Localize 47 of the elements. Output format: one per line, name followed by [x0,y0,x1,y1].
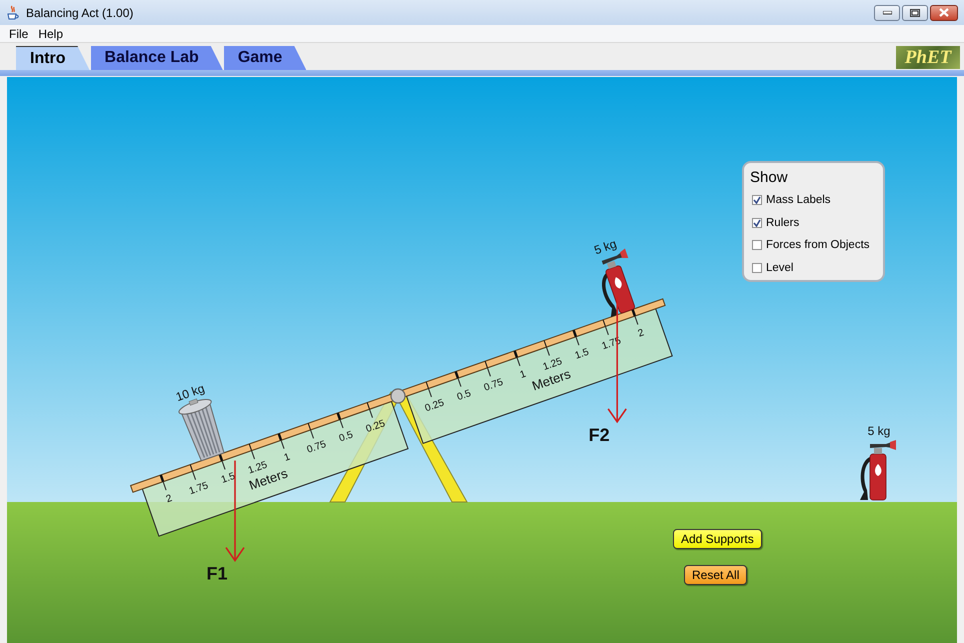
fire-extinguisher-drawing[interactable] [860,440,896,500]
ruler-label: 1.25 [542,356,564,373]
ruler-label: 1.25 [246,460,269,476]
maximize-button[interactable] [902,4,928,20]
ruler-label: 1.5 [574,346,590,362]
checkbox[interactable] [752,195,762,206]
close-icon [939,8,949,17]
menu-item[interactable]: Help [38,26,64,40]
mass-label: 5 kg [868,424,890,438]
ruler-label: 1.75 [188,480,210,498]
add-supports-button[interactable]: Add Supports [673,529,762,549]
ruler-label: 1 [282,452,292,464]
force-label: F2 [588,424,610,445]
checkbox[interactable] [752,262,762,273]
reset-all-button[interactable]: Reset All [684,565,748,585]
window-title: Balancing Act (1.00) [26,6,134,20]
checkbox-label[interactable]: Forces from Objects [766,239,870,252]
ruler-label: 0.75 [482,376,505,394]
tab[interactable]: Game [224,46,306,70]
tab[interactable]: Balance Lab [90,46,223,70]
checkbox-label[interactable]: Mass Labels [766,194,831,206]
checkbox-label[interactable]: Level [766,262,794,274]
mass-label: 10 kg [174,381,206,404]
ruler-label: 1 [518,368,528,381]
logo[interactable]: PhET [896,46,960,69]
tab[interactable]: Intro [16,46,90,70]
maximize-icon [910,8,920,16]
checkbox-label[interactable]: Rulers [766,216,800,229]
checkbox[interactable] [752,240,762,250]
minimize-icon [882,10,892,14]
pivot-drawing [390,388,406,404]
minimize-button[interactable] [874,4,900,20]
ruler-label: 0.25 [424,398,446,414]
ruler-label: 0.5 [338,430,355,444]
menu-item[interactable]: File [9,26,28,40]
java-cup-icon [6,4,20,20]
ruler-label: 2 [636,327,646,340]
ruler-label: 1.5 [220,470,237,486]
mass-label: 5 kg [592,236,618,258]
close-button[interactable] [930,4,958,20]
ruler-label: 0.5 [456,388,472,404]
force-label: F1 [206,564,228,584]
ruler-label: 0.25 [364,418,387,436]
panel-title: Show [750,169,788,186]
ruler-label: 0.75 [306,438,328,456]
ruler-label: 2 [164,492,174,506]
checkbox[interactable] [752,218,762,228]
